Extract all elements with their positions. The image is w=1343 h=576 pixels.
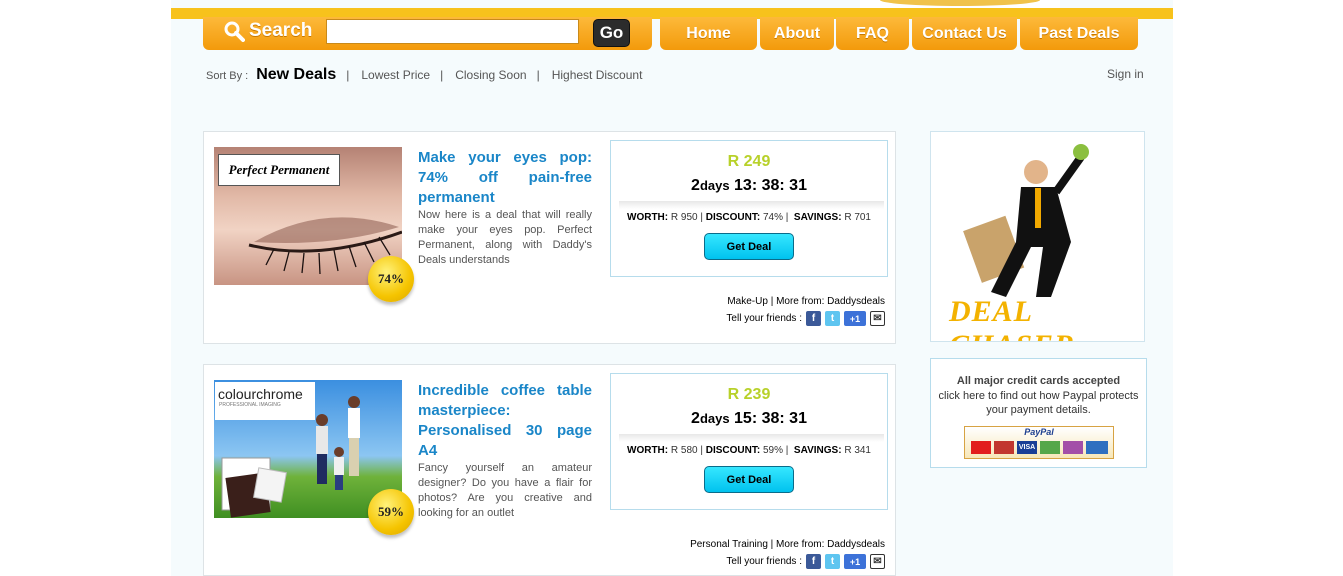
- image-caption: colourchrome: [218, 386, 303, 402]
- sign-in-link[interactable]: Sign in: [1107, 67, 1144, 81]
- deal-description: Now here is a deal that will really make…: [418, 209, 592, 266]
- discount-badge: 74%: [368, 256, 414, 302]
- deal-price: R 249: [727, 153, 771, 170]
- tell-friends-label: Tell your friends :: [726, 556, 802, 567]
- countdown-timer: 2days 15: 38: 31: [611, 410, 887, 428]
- worth-value: R 580: [670, 445, 698, 456]
- timer-days: 2: [691, 177, 700, 194]
- sort-label: Sort By :: [206, 70, 249, 82]
- facebook-icon[interactable]: f: [806, 554, 821, 569]
- deal-stats: WORTH: R 950 | DISCOUNT: 74% | SAVINGS: …: [627, 212, 871, 223]
- payment-text[interactable]: click here to find out how Paypal protec…: [931, 389, 1146, 417]
- savings-label: SAVINGS:: [793, 445, 842, 456]
- deal-chaser-logo-text: DEAL CHASER: [949, 295, 1074, 341]
- timer-days: 2: [691, 410, 700, 427]
- share-bar: Tell your friends : f t +1 ✉: [726, 311, 885, 326]
- google-plus-icon[interactable]: +1: [844, 311, 866, 326]
- discount-badge: 59%: [368, 489, 414, 535]
- facebook-icon[interactable]: f: [806, 311, 821, 326]
- deal-price: R 239: [727, 386, 771, 403]
- timer-clock: 15: 38: 31: [734, 410, 807, 427]
- tell-friends-label: Tell your friends :: [726, 313, 802, 324]
- price-box: R 239 2days 15: 38: 31 WORTH: R 580 | DI…: [610, 373, 888, 510]
- deal-title[interactable]: Make your eyes pop: 74% off pain-free pe…: [418, 148, 592, 208]
- sort-new-deals[interactable]: New Deals: [256, 66, 336, 84]
- search-icon: [224, 21, 245, 42]
- search-bar: Search Go: [203, 17, 652, 50]
- savings-label: SAVINGS:: [793, 212, 842, 223]
- image-subcaption: PROFESSIONAL IMAGING: [219, 402, 281, 408]
- sort-closing-soon[interactable]: Closing Soon: [455, 68, 526, 82]
- bank-icon: [1086, 441, 1108, 454]
- image-caption: Perfect Permanent: [218, 154, 340, 186]
- visa-icon: VISA: [1017, 441, 1037, 454]
- timer-days-label: days: [699, 178, 730, 193]
- nav-faq[interactable]: FAQ: [836, 17, 909, 50]
- search-input[interactable]: [326, 19, 579, 44]
- discount-value: 59%: [762, 445, 783, 456]
- deal-description: Fancy yourself an amateur designer? Do y…: [418, 462, 592, 519]
- timer-days-label: days: [699, 411, 730, 426]
- twitter-icon[interactable]: t: [825, 311, 840, 326]
- worth-value: R 950: [670, 212, 698, 223]
- deal-card: colourchrome PROFESSIONAL IMAGING 59% In…: [203, 364, 896, 576]
- countdown-timer: 2days 13: 38: 31: [611, 177, 887, 195]
- card-icon: [1063, 441, 1083, 454]
- site-logo[interactable]: [860, 0, 1060, 8]
- sort-separator: |: [346, 68, 350, 82]
- google-plus-icon[interactable]: +1: [844, 554, 866, 569]
- share-bar: Tell your friends : f t +1 ✉: [726, 554, 885, 569]
- deal-title[interactable]: Incredible coffee table masterpiece: Per…: [418, 381, 592, 461]
- email-icon[interactable]: ✉: [870, 554, 885, 569]
- deal-category-link[interactable]: Personal Training | More from: Daddysdea…: [690, 539, 885, 550]
- sort-bar: Sort By : New Deals | Lowest Price | Clo…: [206, 66, 642, 84]
- discount-label: DISCOUNT:: [705, 212, 761, 223]
- worth-label: WORTH:: [627, 212, 669, 223]
- payment-info-box[interactable]: All major credit cards accepted click he…: [930, 358, 1147, 468]
- deal-category-link[interactable]: Make-Up | More from: Daddysdeals: [727, 296, 885, 307]
- discount-label: DISCOUNT:: [705, 445, 761, 456]
- paypal-logo: PayPal: [1024, 427, 1054, 437]
- deal-card: Perfect Permanent 74% Make your eyes pop…: [203, 131, 896, 344]
- divider: [619, 201, 884, 209]
- mastercard-icon: [971, 441, 991, 454]
- savings-value: R 701: [844, 212, 871, 223]
- nav-about[interactable]: About: [760, 17, 834, 50]
- savings-value: R 341: [844, 445, 871, 456]
- sort-separator: |: [536, 68, 540, 82]
- deal-chaser-banner[interactable]: DEAL CHASER: [930, 131, 1145, 342]
- sort-separator: |: [440, 68, 444, 82]
- nav-contact-us[interactable]: Contact Us: [912, 17, 1017, 50]
- price-box: R 249 2days 13: 38: 31 WORTH: R 950 | DI…: [610, 140, 888, 277]
- maestro-icon: [994, 441, 1014, 454]
- search-label: Search: [223, 20, 312, 42]
- get-deal-button[interactable]: Get Deal: [704, 233, 794, 260]
- get-deal-button[interactable]: Get Deal: [704, 466, 794, 493]
- discount-value: 74%: [762, 212, 783, 223]
- payment-logos: PayPal VISA: [964, 426, 1114, 459]
- timer-clock: 13: 38: 31: [734, 177, 807, 194]
- nav-home[interactable]: Home: [660, 17, 757, 50]
- go-button[interactable]: Go: [593, 19, 630, 47]
- search-label-text: Search: [249, 20, 313, 41]
- payment-title: All major credit cards accepted: [956, 375, 1121, 387]
- sort-lowest-price[interactable]: Lowest Price: [361, 68, 430, 82]
- deal-stats: WORTH: R 580 | DISCOUNT: 59% | SAVINGS: …: [627, 445, 871, 456]
- divider: [619, 434, 884, 442]
- email-icon[interactable]: ✉: [870, 311, 885, 326]
- sort-highest-discount[interactable]: Highest Discount: [552, 68, 643, 82]
- twitter-icon[interactable]: t: [825, 554, 840, 569]
- worth-label: WORTH:: [627, 445, 669, 456]
- card-icon: [1040, 441, 1060, 454]
- image-caption-box: colourchrome PROFESSIONAL IMAGING: [215, 382, 315, 420]
- nav-past-deals[interactable]: Past Deals: [1020, 17, 1138, 50]
